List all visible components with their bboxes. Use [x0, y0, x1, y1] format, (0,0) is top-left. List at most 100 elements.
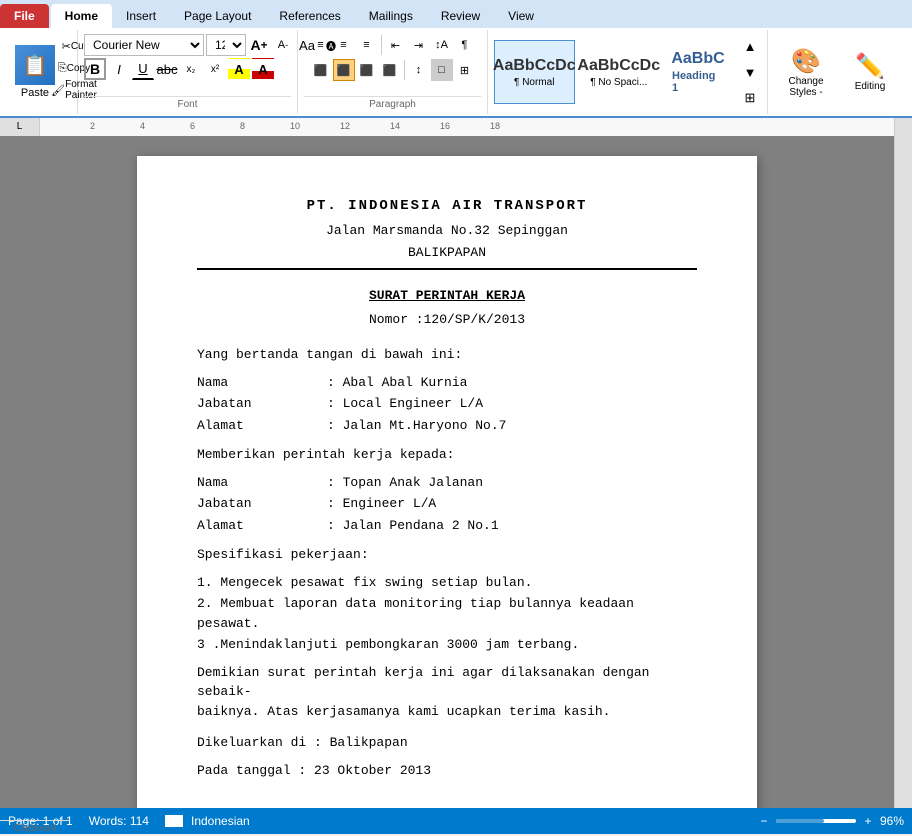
ribbon: 📋 Paste ✂ Cut ⎘ Copy 🖌 Format Painter Cl… [0, 28, 912, 118]
bullets-button[interactable]: ≡ [310, 34, 332, 56]
spec-list: 1. Mengecek pesawat fix swing setiap bul… [197, 573, 697, 655]
multilevel-button[interactable]: ≡ [356, 34, 378, 56]
document-area: PT. INDONESIA AIR TRANSPORT Jalan Marsma… [0, 136, 912, 808]
zoom-slider[interactable] [776, 819, 856, 823]
side-ruler [894, 136, 912, 808]
style-no-spacing-label: ¶ No Spaci... [590, 77, 647, 88]
ruler-right [894, 118, 912, 136]
style-heading1-preview: AaBbC [671, 50, 724, 68]
paste-button[interactable]: 📋 Paste [10, 34, 60, 110]
document-scroll[interactable]: PT. INDONESIA AIR TRANSPORT Jalan Marsma… [0, 136, 894, 808]
align-center-button[interactable]: ⬛ [333, 59, 355, 81]
increase-indent-button[interactable]: ⇥ [408, 34, 430, 56]
status-bar: Page: 1 of 1 Words: 114 Indonesian − + 9… [0, 808, 912, 834]
bold-button[interactable]: B [84, 58, 106, 80]
line-spacing-button[interactable]: ↕ [408, 59, 430, 81]
style-normal-label: ¶ Normal [514, 77, 554, 88]
sender-nama-row: Nama : Abal Abal Kurnia [197, 373, 697, 393]
styles-group: AaBbCcDc ¶ Normal AaBbCcDc ¶ No Spaci...… [488, 30, 768, 114]
styles-scroll-down[interactable]: ▼ [739, 61, 761, 83]
style-no-spacing[interactable]: AaBbCcDc ¶ No Spaci... [579, 40, 660, 104]
font-color-button[interactable]: A [252, 58, 274, 80]
spec-item-3: 3 .Menindaklanjuti pembongkaran 3000 jam… [197, 635, 697, 655]
font-group-label: Font [84, 96, 291, 110]
underline-button[interactable]: U [132, 58, 154, 80]
style-normal[interactable]: AaBbCcDc ¶ Normal [494, 40, 575, 104]
tab-home[interactable]: Home [51, 4, 112, 28]
surat-title: SURAT PERINTAH KERJA [197, 286, 697, 306]
editing-button[interactable]: ✏️ Editing [840, 37, 900, 107]
italic-button[interactable]: I [108, 58, 130, 80]
styles-scroll-up[interactable]: ▲ [739, 35, 761, 57]
company-city: BALIKPAPAN [197, 243, 697, 263]
para-row-2: ⬛ ⬛ ⬛ ⬛ ↕ □ ⊞ [310, 59, 476, 81]
paste-icon: 📋 [15, 45, 55, 85]
styles-nav: ▲ ▼ ⊞ [739, 35, 761, 109]
sender-alamat-label: Alamat [197, 416, 297, 436]
sort-button[interactable]: ↕A [431, 34, 453, 56]
footer-company: PT. INDONESIA AIR TRANSPORT [197, 804, 697, 808]
tab-page-layout[interactable]: Page Layout [170, 4, 265, 28]
font-shrink-button[interactable]: A- [272, 34, 294, 56]
change-styles-label: Change Styles - [785, 76, 827, 98]
align-left-button[interactable]: ⬛ [310, 59, 332, 81]
style-heading1[interactable]: AaBbC Heading 1 [663, 40, 733, 104]
pada-tanggal: Pada tanggal : 23 Oktober 2013 [197, 761, 697, 781]
zoom-in-button[interactable]: + [860, 814, 876, 828]
ruler: L 2 4 6 8 10 12 14 16 18 [0, 118, 912, 136]
ruler-main: 2 4 6 8 10 12 14 16 18 [40, 118, 894, 136]
change-styles-icon: 🎨 [791, 47, 821, 76]
receiver-alamat-value: : Jalan Pendana 2 No.1 [327, 516, 697, 536]
language-flag [165, 815, 183, 827]
opening-line: Yang bertanda tangan di bawah ini: [197, 345, 697, 365]
decrease-indent-button[interactable]: ⇤ [385, 34, 407, 56]
style-no-spacing-preview: AaBbCcDc [577, 57, 660, 75]
change-styles-button[interactable]: 🎨 Change Styles - [776, 37, 836, 107]
action-group: 🎨 Change Styles - ✏️ Editing [768, 30, 908, 114]
paste-label: Paste [21, 87, 49, 99]
document-page: PT. INDONESIA AIR TRANSPORT Jalan Marsma… [137, 156, 757, 808]
nomor: Nomor :120/SP/K/2013 [197, 310, 697, 330]
sender-jabatan-value: : Local Engineer L/A [327, 394, 697, 414]
justify-button[interactable]: ⬛ [379, 59, 401, 81]
receiver-nama-label: Nama [197, 473, 297, 493]
font-grow-button[interactable]: A+ [248, 34, 270, 56]
ruler-corner: L [0, 118, 40, 136]
numbering-button[interactable]: ≡ [333, 34, 355, 56]
spec-item-1: 1. Mengecek pesawat fix swing setiap bul… [197, 573, 697, 593]
styles-expand[interactable]: ⊞ [739, 87, 761, 109]
font-group: Courier New 12 A+ A- Aa 🅐 B I U abc x₂ x… [78, 30, 298, 114]
receiver-nama-value: : Topan Anak Jalanan [327, 473, 697, 493]
font-size-select[interactable]: 12 [206, 34, 246, 56]
spec-title: Spesifikasi pekerjaan: [197, 545, 697, 565]
clipboard-group: 📋 Paste ✂ Cut ⎘ Copy 🖌 Format Painter Cl… [4, 30, 78, 114]
shading-button[interactable]: □ [431, 59, 453, 81]
tab-insert[interactable]: Insert [112, 4, 170, 28]
font-name-select[interactable]: Courier New [84, 34, 204, 56]
style-heading1-label: Heading 1 [672, 70, 724, 94]
align-right-button[interactable]: ⬛ [356, 59, 378, 81]
tab-file[interactable]: File [0, 4, 49, 28]
borders-button[interactable]: ⊞ [454, 59, 476, 81]
sender-alamat-row: Alamat : Jalan Mt.Haryono No.7 [197, 416, 697, 436]
tab-review[interactable]: Review [427, 4, 494, 28]
command-line: Memberikan perintah kerja kepada: [197, 445, 697, 465]
tab-view[interactable]: View [494, 4, 548, 28]
sender-jabatan-row: Jabatan : Local Engineer L/A [197, 394, 697, 414]
subscript-button[interactable]: x₂ [180, 58, 202, 80]
language-indicator[interactable]: Indonesian [165, 814, 250, 828]
status-right: − + 96% [756, 814, 904, 828]
tab-mailings[interactable]: Mailings [355, 4, 427, 28]
zoom-out-button[interactable]: − [756, 814, 772, 828]
text-highlight-button[interactable]: A [228, 58, 250, 80]
superscript-button[interactable]: x² [204, 58, 226, 80]
sender-alamat-value: : Jalan Mt.Haryono No.7 [327, 416, 697, 436]
receiver-jabatan-label: Jabatan [197, 494, 297, 514]
receiver-jabatan-value: : Engineer L/A [327, 494, 697, 514]
show-formatting-button[interactable]: ¶ [454, 34, 476, 56]
tab-references[interactable]: References [265, 4, 354, 28]
zoom-level: 96% [880, 814, 904, 828]
strikethrough-button[interactable]: abc [156, 58, 178, 80]
ribbon-tab-bar: File Home Insert Page Layout References … [0, 0, 912, 28]
receiver-alamat-label: Alamat [197, 516, 297, 536]
